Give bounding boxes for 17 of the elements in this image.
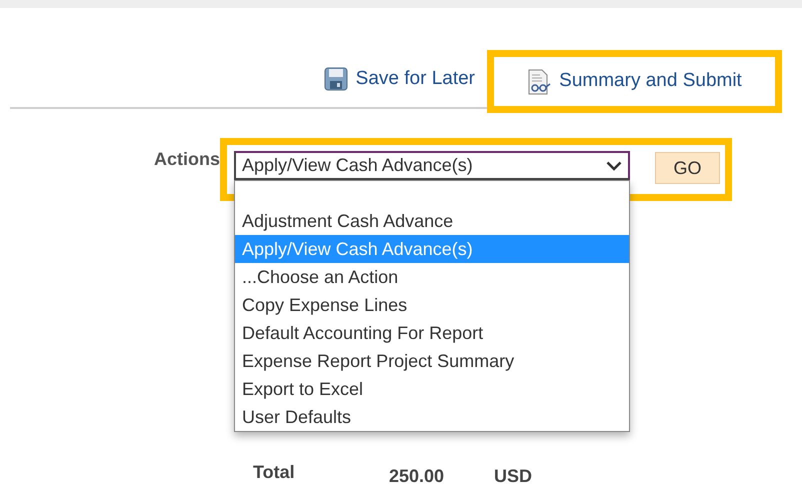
dropdown-option[interactable]: User Defaults xyxy=(235,403,629,431)
actions-dropdown[interactable]: Apply/View Cash Advance(s) xyxy=(234,151,630,180)
dropdown-option[interactable]: Export to Excel xyxy=(235,375,629,403)
dropdown-option[interactable]: Copy Expense Lines xyxy=(235,291,629,319)
document-glasses-icon xyxy=(527,68,552,94)
total-currency: USD xyxy=(494,465,532,488)
go-button[interactable]: GO xyxy=(655,152,720,184)
total-amount: 250.00 xyxy=(389,465,446,488)
dropdown-option[interactable]: ...Choose an Action xyxy=(235,263,629,291)
save-for-later-link[interactable]: Save for Later xyxy=(324,64,475,93)
summary-and-submit-link[interactable]: Summary and Submit xyxy=(527,67,742,96)
actions-label: Actions xyxy=(152,148,220,171)
chevron-down-icon xyxy=(606,160,622,170)
dropdown-option[interactable]: Default Accounting For Report xyxy=(235,319,629,347)
dropdown-option[interactable]: Adjustment Cash Advance xyxy=(235,207,629,235)
total-label: Total xyxy=(253,461,296,484)
dropdown-option[interactable]: Expense Report Project Summary xyxy=(235,347,629,375)
